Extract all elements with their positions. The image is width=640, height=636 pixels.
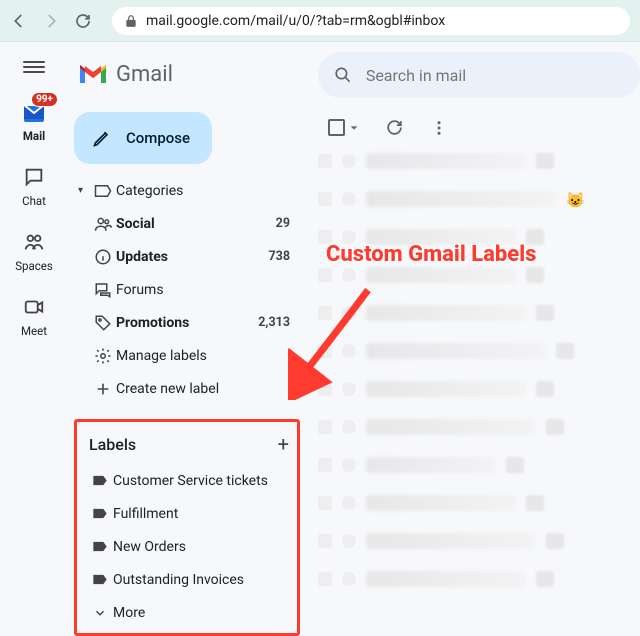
label-icon <box>87 540 113 553</box>
sidebar: Gmail Compose ▾ Categories Social 29 <box>68 42 308 634</box>
sidebar-forums[interactable]: Forums <box>68 273 308 306</box>
tag-icon <box>90 314 116 332</box>
rail-chat-label: Chat <box>22 194 46 208</box>
chat-icon <box>20 163 48 191</box>
email-row[interactable] <box>318 531 640 551</box>
forums-icon <box>90 281 116 299</box>
sidebar-item-label: Promotions <box>116 315 258 331</box>
label-more-text: More <box>113 605 145 621</box>
email-row[interactable] <box>318 265 640 285</box>
sidebar-categories[interactable]: ▾ Categories <box>68 174 308 207</box>
sidebar-promotions[interactable]: Promotions 2,313 <box>68 306 308 339</box>
search-input[interactable] <box>366 66 624 85</box>
label-text: Outstanding Invoices <box>113 572 244 588</box>
sidebar-updates[interactable]: Updates 738 <box>68 240 308 273</box>
label-text: New Orders <box>113 539 186 555</box>
url-text: mail.google.com/mail/u/0/?tab=rm&ogbl#in… <box>146 13 445 29</box>
select-all[interactable] <box>328 119 359 136</box>
spaces-icon <box>20 228 48 256</box>
add-label-button[interactable]: + <box>278 432 289 456</box>
refresh-button[interactable] <box>385 118 404 137</box>
label-item[interactable]: Outstanding Invoices <box>83 563 291 596</box>
email-row[interactable] <box>318 303 640 323</box>
email-row[interactable] <box>318 417 640 437</box>
rail-mail[interactable]: 99+ Mail <box>20 98 48 143</box>
email-row[interactable] <box>318 341 640 361</box>
chevron-down-icon: ▾ <box>78 185 90 196</box>
label-icon <box>87 474 113 487</box>
chevron-down-icon <box>349 123 359 133</box>
email-row[interactable] <box>318 151 640 171</box>
sidebar-item-label: Updates <box>116 249 268 265</box>
rail-meet[interactable]: Meet <box>20 293 48 338</box>
email-row[interactable] <box>318 493 640 513</box>
email-list: 😺 <box>308 151 640 589</box>
app-rail: 99+ Mail Chat Spaces Meet <box>0 42 68 634</box>
label-icon <box>87 507 113 520</box>
mail-icon: 99+ <box>20 98 48 126</box>
more-button[interactable] <box>430 119 448 137</box>
gmail-logo-icon <box>78 63 108 85</box>
email-row[interactable] <box>318 569 640 589</box>
sidebar-create-label[interactable]: Create new label <box>68 372 308 405</box>
sidebar-item-label: Social <box>116 216 276 232</box>
rail-spaces-label: Spaces <box>15 259 53 273</box>
label-icon <box>87 573 113 586</box>
address-bar[interactable]: mail.google.com/mail/u/0/?tab=rm&ogbl#in… <box>112 7 630 35</box>
chevron-down-icon <box>87 606 113 620</box>
checkbox-icon <box>328 119 345 136</box>
info-icon <box>90 248 116 266</box>
compose-button[interactable]: Compose <box>74 112 212 164</box>
sidebar-item-label: Categories <box>116 183 308 199</box>
gear-icon <box>90 347 116 365</box>
rail-mail-label: Mail <box>23 129 45 143</box>
rail-meet-label: Meet <box>21 324 47 338</box>
people-icon <box>90 216 116 232</box>
label-item[interactable]: Customer Service tickets <box>83 464 291 497</box>
gmail-logo[interactable]: Gmail <box>68 52 308 96</box>
back-button[interactable] <box>10 12 28 30</box>
lock-icon <box>124 14 138 28</box>
email-row[interactable] <box>318 379 640 399</box>
reload-button[interactable] <box>74 12 92 30</box>
email-row[interactable] <box>318 227 640 247</box>
menu-button[interactable] <box>23 56 45 78</box>
sidebar-item-count: 738 <box>268 249 308 264</box>
pencil-icon <box>92 128 112 148</box>
label-text: Customer Service tickets <box>113 473 268 489</box>
sidebar-item-label: Manage labels <box>116 348 308 364</box>
meet-icon <box>20 293 48 321</box>
sidebar-manage-labels[interactable]: Manage labels <box>68 339 308 372</box>
search-icon <box>334 65 352 85</box>
rail-spaces[interactable]: Spaces <box>15 228 53 273</box>
main-pane: 😺 <box>308 42 640 634</box>
forward-button[interactable] <box>42 12 60 30</box>
labels-header: Labels <box>89 435 136 454</box>
label-text: Fulfillment <box>113 506 178 522</box>
label-more[interactable]: More <box>83 596 291 629</box>
compose-label: Compose <box>126 129 190 147</box>
label-item[interactable]: Fulfillment <box>83 497 291 530</box>
categories-icon <box>90 184 116 198</box>
sidebar-item-count: 29 <box>276 216 308 231</box>
plus-icon <box>90 381 116 397</box>
sidebar-item-label: Create new label <box>116 381 308 397</box>
labels-section: Labels + Customer Service tickets Fulfil… <box>74 419 300 636</box>
toolbar <box>308 98 640 151</box>
gmail-logo-text: Gmail <box>116 62 173 87</box>
email-row[interactable]: 😺 <box>318 189 640 209</box>
sidebar-social[interactable]: Social 29 <box>68 207 308 240</box>
browser-bar: mail.google.com/mail/u/0/?tab=rm&ogbl#in… <box>0 0 640 42</box>
mail-badge: 99+ <box>31 92 58 107</box>
email-row[interactable] <box>318 455 640 475</box>
sidebar-item-label: Forums <box>116 282 290 298</box>
search-bar[interactable] <box>318 52 640 98</box>
sidebar-item-count: 2,313 <box>258 315 308 330</box>
label-item[interactable]: New Orders <box>83 530 291 563</box>
rail-chat[interactable]: Chat <box>20 163 48 208</box>
